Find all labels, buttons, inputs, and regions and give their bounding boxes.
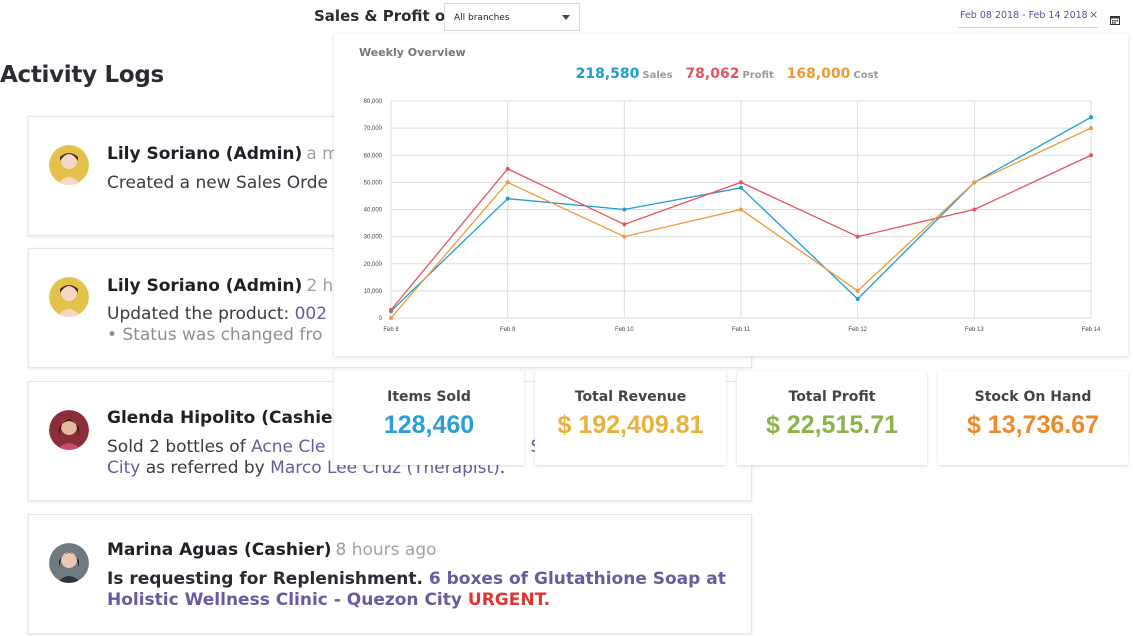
- date-range-underline: [958, 27, 1098, 28]
- stat-value: 128,460: [383, 411, 475, 439]
- log-user[interactable]: Marina Aguas (Cashier) 8 hours ago: [107, 540, 437, 560]
- sales-profit-title: Sales & Profit of: [314, 7, 452, 25]
- stat-label: Stock On Hand: [974, 389, 1092, 405]
- data-point-sales: [855, 297, 860, 302]
- cost-total: 168,000: [786, 66, 851, 82]
- x-tick-label: Feb 14: [1082, 327, 1101, 333]
- x-tick-label: Feb 12: [848, 327, 867, 333]
- y-tick-label: 60,000: [364, 153, 383, 159]
- product-link[interactable]: Acne Cle: [251, 437, 325, 457]
- data-point-profit: [505, 166, 510, 171]
- data-point-cost: [622, 234, 627, 239]
- profit-label: Profit: [742, 70, 774, 81]
- data-point-profit: [972, 207, 977, 212]
- y-tick-label: 70,000: [364, 126, 383, 132]
- avatar[interactable]: [49, 410, 89, 450]
- data-point-sales: [739, 185, 743, 190]
- log-message: Created a new Sales Orde: [107, 173, 329, 193]
- profit-total: 78,062: [685, 66, 740, 82]
- log-detail: Holistic Wellness Clinic - Quezon City U…: [107, 590, 550, 611]
- calendar-icon[interactable]: [1110, 10, 1120, 25]
- chart-totals: 218,580 Sales 78,062 Profit 168,000 Cost: [334, 66, 1128, 82]
- stat-total-revenue: Total Revenue $ 192,409.81: [535, 371, 726, 465]
- stat-label: Total Profit: [788, 389, 876, 405]
- branch-select[interactable]: All branches: [444, 3, 580, 31]
- y-tick-label: 80,000: [364, 99, 383, 105]
- data-point-cost: [505, 180, 510, 185]
- avatar[interactable]: [49, 543, 89, 583]
- product-link[interactable]: 6 boxes of Glutathione Soap at: [429, 569, 726, 589]
- data-point-sales: [622, 207, 627, 212]
- x-tick-label: Feb 11: [732, 327, 751, 333]
- urgent-badge: URGENT.: [467, 590, 551, 610]
- y-tick-label: 20,000: [364, 262, 383, 268]
- data-point-profit: [855, 234, 860, 239]
- branch-select-value: All branches: [454, 13, 510, 23]
- data-point-profit: [739, 180, 743, 185]
- stat-stock-on-hand: Stock On Hand $ 13,736.67: [938, 371, 1128, 465]
- y-tick-label: 0: [379, 316, 383, 322]
- data-point-cost: [1089, 126, 1093, 131]
- data-point-profit: [389, 307, 393, 312]
- y-tick-label: 30,000: [364, 235, 383, 241]
- stat-total-profit: Total Profit $ 22,515.71: [737, 371, 927, 465]
- clear-date-icon[interactable]: ×: [1089, 8, 1098, 21]
- log-user[interactable]: Lily Soriano (Admin) a m: [107, 144, 339, 164]
- chart-heading: Weekly Overview: [359, 46, 466, 59]
- date-range-input[interactable]: Feb 08 2018 - Feb 14 2018: [960, 10, 1088, 21]
- x-tick-label: Feb 9: [500, 327, 516, 333]
- activity-card: Marina Aguas (Cashier) 8 hours ago Is req…: [28, 514, 752, 634]
- data-point-cost: [389, 316, 393, 320]
- data-point-profit: [622, 222, 627, 227]
- branch-link[interactable]: Holistic Wellness Clinic - Quezon City: [107, 590, 462, 610]
- log-user[interactable]: Lily Soriano (Admin) 2 ho: [107, 276, 344, 296]
- data-point-sales: [505, 196, 510, 201]
- stat-items-sold: Items Sold 128,460: [334, 371, 524, 465]
- stat-label: Items Sold: [387, 389, 471, 405]
- log-time: 8 hours ago: [335, 540, 437, 560]
- stat-label: Total Revenue: [574, 389, 687, 405]
- data-point-sales: [1089, 115, 1093, 120]
- data-point-cost: [855, 288, 860, 293]
- activity-logs-title: Activity Logs: [0, 62, 164, 88]
- stat-value: $ 192,409.81: [557, 411, 704, 439]
- x-tick-label: Feb 8: [383, 327, 399, 333]
- log-message: Is requesting for Replenishment. 6 boxes…: [107, 569, 726, 589]
- data-point-profit: [1089, 153, 1093, 158]
- y-tick-label: 10,000: [364, 289, 383, 295]
- y-tick-label: 40,000: [364, 208, 383, 214]
- log-message: Updated the product: 002: [107, 304, 328, 324]
- chevron-down-icon: [562, 15, 570, 20]
- branch-link[interactable]: City: [107, 458, 140, 478]
- sales-label: Sales: [642, 70, 673, 81]
- avatar[interactable]: [49, 145, 89, 185]
- sales-total: 218,580: [575, 66, 640, 82]
- x-tick-label: Feb 13: [965, 327, 984, 333]
- weekly-overview-panel: 0 10,000 20,000 30,000 40,000 50,000 60,000 70,…: [334, 34, 1128, 356]
- stat-value: $ 13,736.67: [966, 411, 1100, 439]
- avatar[interactable]: [49, 277, 89, 317]
- product-link[interactable]: 002: [295, 304, 327, 324]
- log-detail: • Status was changed fro: [107, 325, 323, 345]
- y-tick-label: 50,000: [364, 180, 383, 186]
- x-tick-label: Feb 10: [615, 327, 634, 333]
- data-point-cost: [972, 180, 977, 185]
- data-point-cost: [739, 207, 743, 212]
- weekly-overview-chart: 0 10,000 20,000 30,000 40,000 50,000 60,000 70,…: [364, 99, 1101, 333]
- cost-label: Cost: [853, 70, 879, 81]
- log-user[interactable]: Glenda Hipolito (Cashier): [107, 408, 349, 428]
- stat-value: $ 22,515.71: [765, 411, 899, 439]
